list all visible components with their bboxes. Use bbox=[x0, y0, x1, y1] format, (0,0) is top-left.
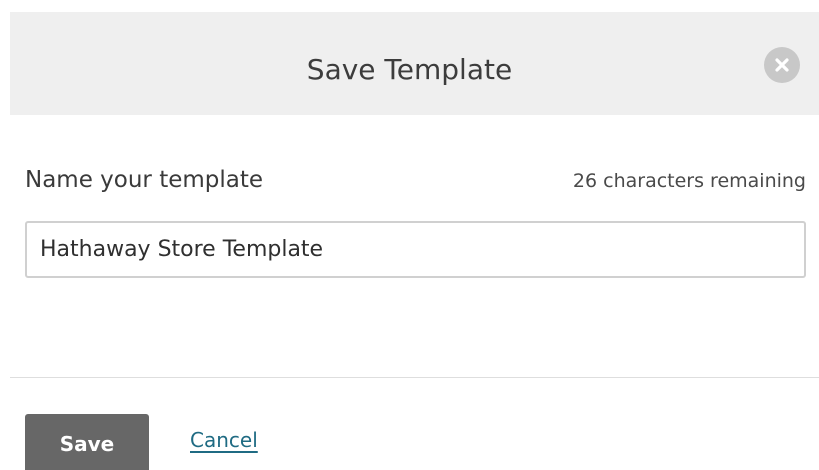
dialog-title: Save Template bbox=[306, 53, 513, 86]
cancel-link[interactable]: Cancel bbox=[190, 426, 258, 454]
dialog-body: Name your template 26 characters remaini… bbox=[25, 160, 806, 278]
close-button[interactable] bbox=[764, 47, 800, 83]
template-name-label: Name your template bbox=[25, 167, 264, 193]
save-button[interactable]: Save bbox=[25, 414, 149, 470]
characters-remaining-counter: 26 characters remaining bbox=[572, 170, 806, 192]
dialog-header: Save Template bbox=[10, 12, 819, 115]
save-template-dialog: Save Template Name your template 26 char… bbox=[0, 0, 819, 470]
footer-divider bbox=[10, 377, 819, 378]
close-icon bbox=[775, 58, 789, 72]
template-name-input[interactable] bbox=[25, 221, 806, 278]
label-row: Name your template 26 characters remaini… bbox=[25, 160, 806, 200]
